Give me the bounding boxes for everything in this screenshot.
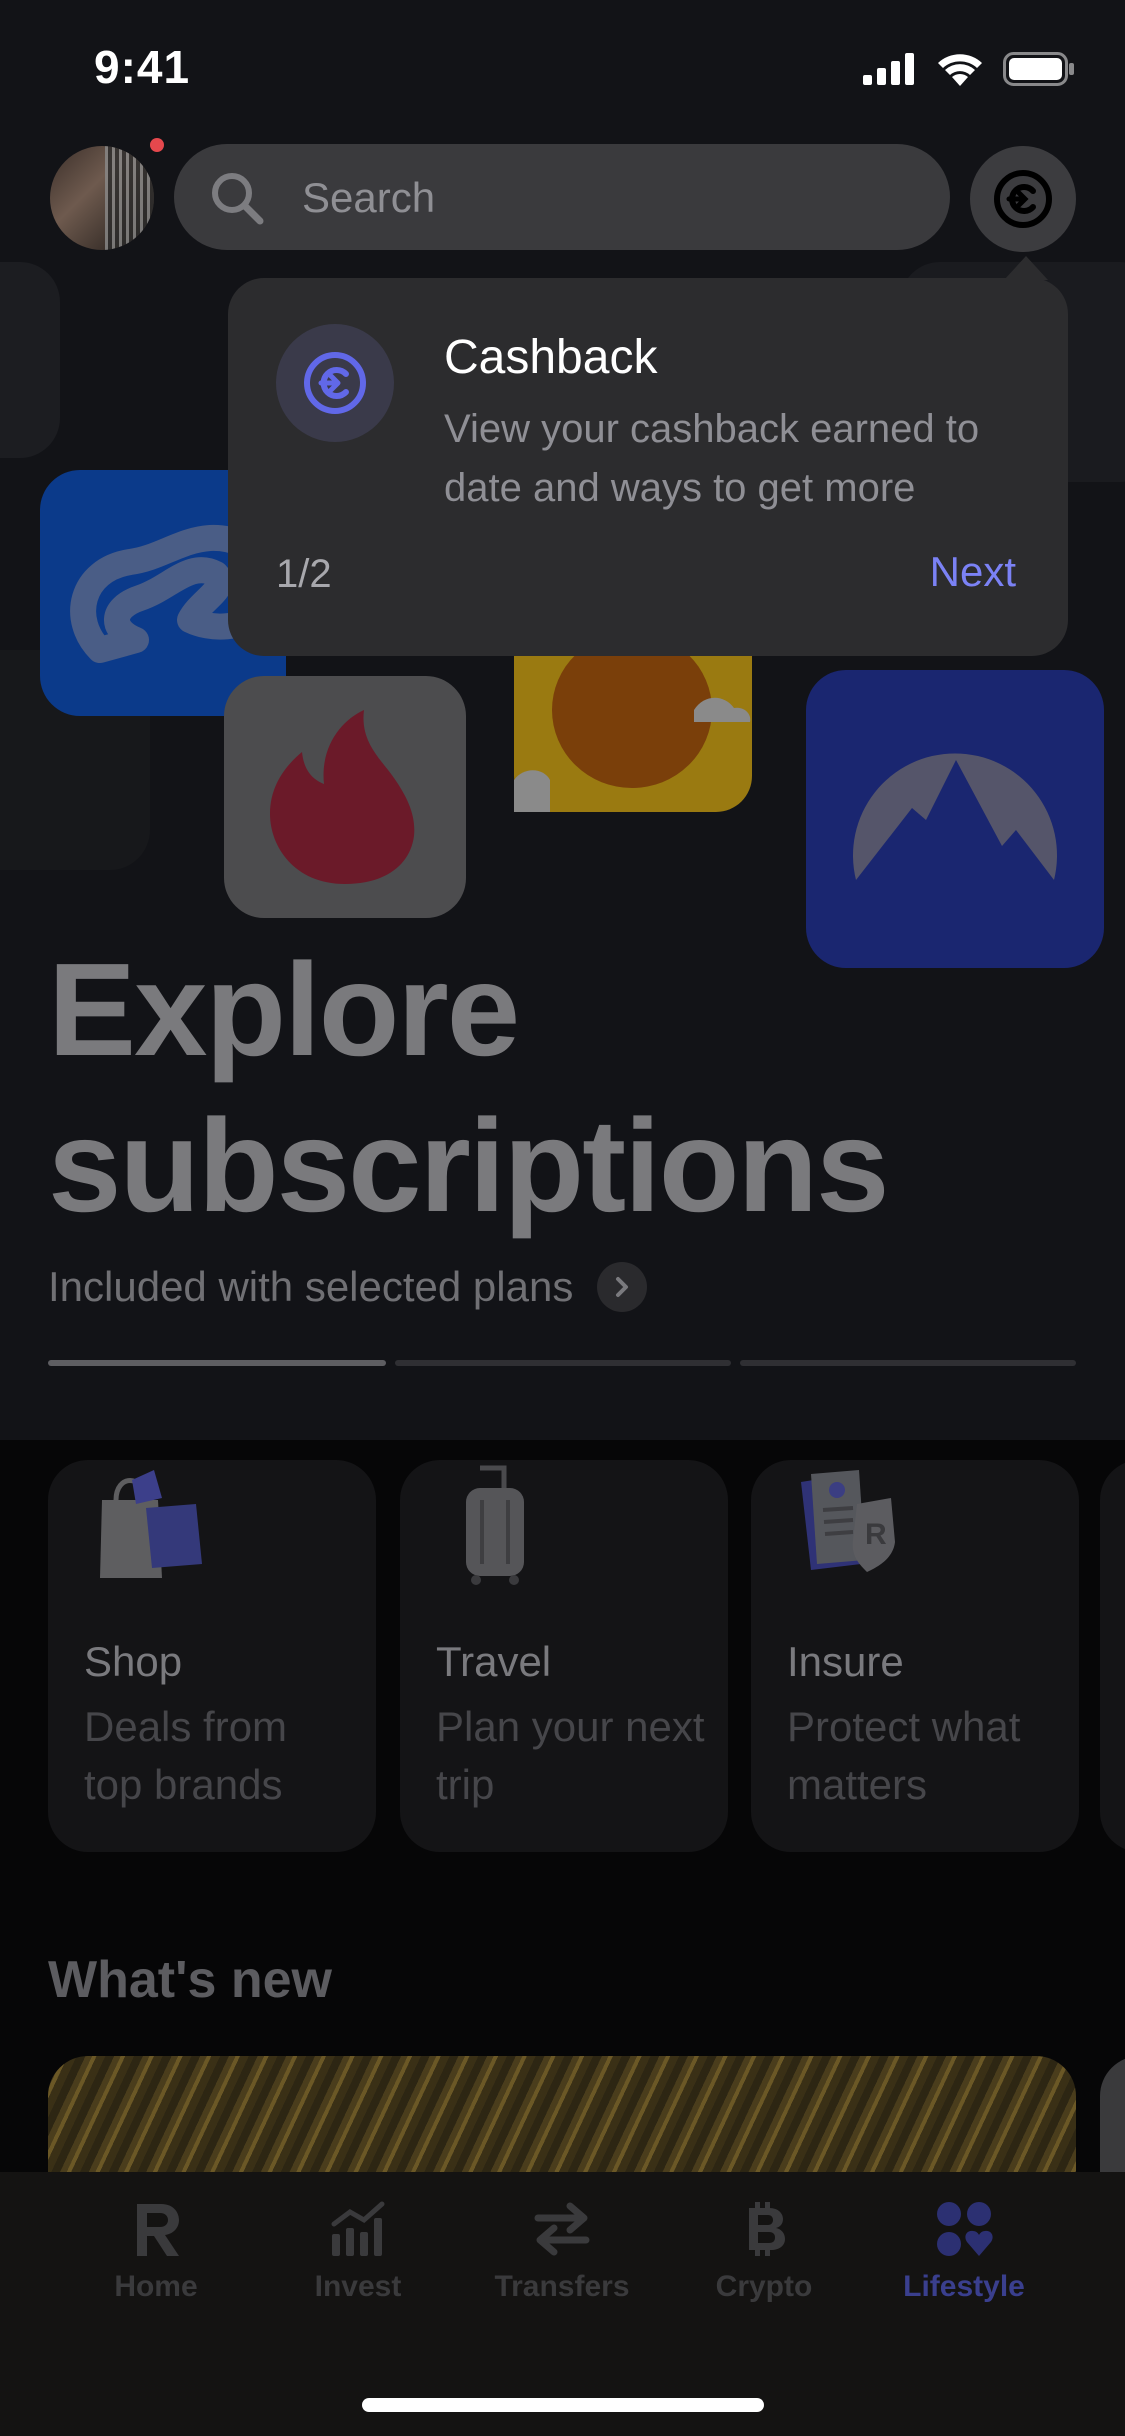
tinder-flame-icon bbox=[270, 710, 415, 884]
notification-dot bbox=[150, 138, 164, 152]
plans-link-label: Included with selected plans bbox=[48, 1263, 574, 1310]
app-tile-placeholder bbox=[0, 262, 60, 458]
status-time: 9:41 bbox=[94, 41, 191, 93]
suitcase-icon bbox=[466, 1465, 524, 1585]
category-title: Shop bbox=[84, 1638, 183, 1685]
category-desc: Plan your next trip bbox=[436, 1703, 705, 1808]
tab-home[interactable]: Home bbox=[56, 2200, 256, 2304]
cashback-icon bbox=[994, 170, 1052, 228]
tab-label: Invest bbox=[314, 2270, 402, 2303]
page-title-line1: Explore bbox=[48, 936, 520, 1083]
status-icons bbox=[863, 52, 1075, 86]
category-card-partial[interactable] bbox=[1100, 1460, 1125, 1852]
tab-crypto[interactable]: Crypto bbox=[664, 2200, 864, 2304]
svg-text:R: R bbox=[865, 1518, 887, 1551]
page-title: Explore subscriptions bbox=[48, 932, 889, 1244]
cashback-icon bbox=[304, 352, 366, 414]
tooltip-next-button[interactable]: Next bbox=[930, 548, 1016, 596]
signal-icon bbox=[863, 53, 914, 85]
cashback-button[interactable] bbox=[970, 146, 1076, 252]
tab-label: Lifestyle bbox=[903, 2270, 1025, 2303]
chart-icon bbox=[331, 2201, 385, 2256]
tab-label: Transfers bbox=[494, 2270, 630, 2303]
bitcoin-icon bbox=[749, 2202, 785, 2256]
tab-transfers[interactable]: Transfers bbox=[462, 2200, 662, 2304]
app-tile-nordvpn bbox=[806, 670, 1104, 968]
lifestyle-icon bbox=[937, 2202, 993, 2256]
lifestyle-screen: 9:41 Search Explore subscriptions Includ… bbox=[0, 0, 1125, 2436]
page-title-line2: subscriptions bbox=[48, 1092, 889, 1239]
category-card-insure[interactable]: R Insure Protect what matters bbox=[751, 1460, 1079, 1852]
pager-segment-active bbox=[48, 1360, 386, 1366]
search-icon bbox=[212, 173, 264, 225]
category-title: Insure bbox=[787, 1638, 904, 1685]
category-title: Travel bbox=[436, 1638, 552, 1685]
nordvpn-mountain-icon bbox=[853, 753, 1057, 880]
cashback-tooltip: Cashback View your cashback earned to da… bbox=[228, 278, 1068, 656]
pager-segment bbox=[740, 1360, 1076, 1366]
tooltip-title: Cashback bbox=[444, 331, 658, 384]
tab-label: Crypto bbox=[715, 2270, 813, 2303]
search-input[interactable] bbox=[300, 144, 904, 252]
wifi-icon bbox=[938, 54, 982, 86]
revolut-r-icon bbox=[137, 2204, 179, 2256]
transfer-arrows-icon bbox=[534, 2202, 590, 2256]
search-bar[interactable] bbox=[174, 144, 950, 252]
tooltip-step-counter: 1/2 bbox=[276, 552, 332, 596]
battery-icon bbox=[1003, 52, 1074, 86]
tooltip-icon-badge bbox=[276, 324, 394, 442]
home-indicator bbox=[362, 2398, 764, 2412]
insurance-documents-icon: R bbox=[801, 1470, 895, 1572]
shopping-bags-icon bbox=[100, 1470, 202, 1578]
category-card-shop[interactable]: Shop Deals from top brands bbox=[48, 1460, 376, 1852]
tab-lifestyle[interactable]: Lifestyle bbox=[864, 2200, 1064, 2304]
app-tile-tinder bbox=[224, 676, 466, 918]
section-title-whats-new: What's new bbox=[48, 1951, 332, 2009]
plans-link[interactable]: Included with selected plans bbox=[48, 1262, 648, 1312]
category-desc: Deals from top brands bbox=[84, 1703, 288, 1808]
avatar[interactable] bbox=[50, 146, 154, 250]
category-card-travel[interactable]: Travel Plan your next trip bbox=[400, 1460, 728, 1852]
pager-segment bbox=[395, 1360, 731, 1366]
chevron-right-icon bbox=[597, 1262, 648, 1312]
tab-label: Home bbox=[114, 2270, 198, 2303]
category-desc: Protect what matters bbox=[787, 1703, 1021, 1808]
tooltip-description: View your cashback earned to date and wa… bbox=[444, 407, 980, 510]
tab-invest[interactable]: Invest bbox=[258, 2200, 458, 2304]
tooltip-arrow bbox=[1004, 256, 1048, 280]
